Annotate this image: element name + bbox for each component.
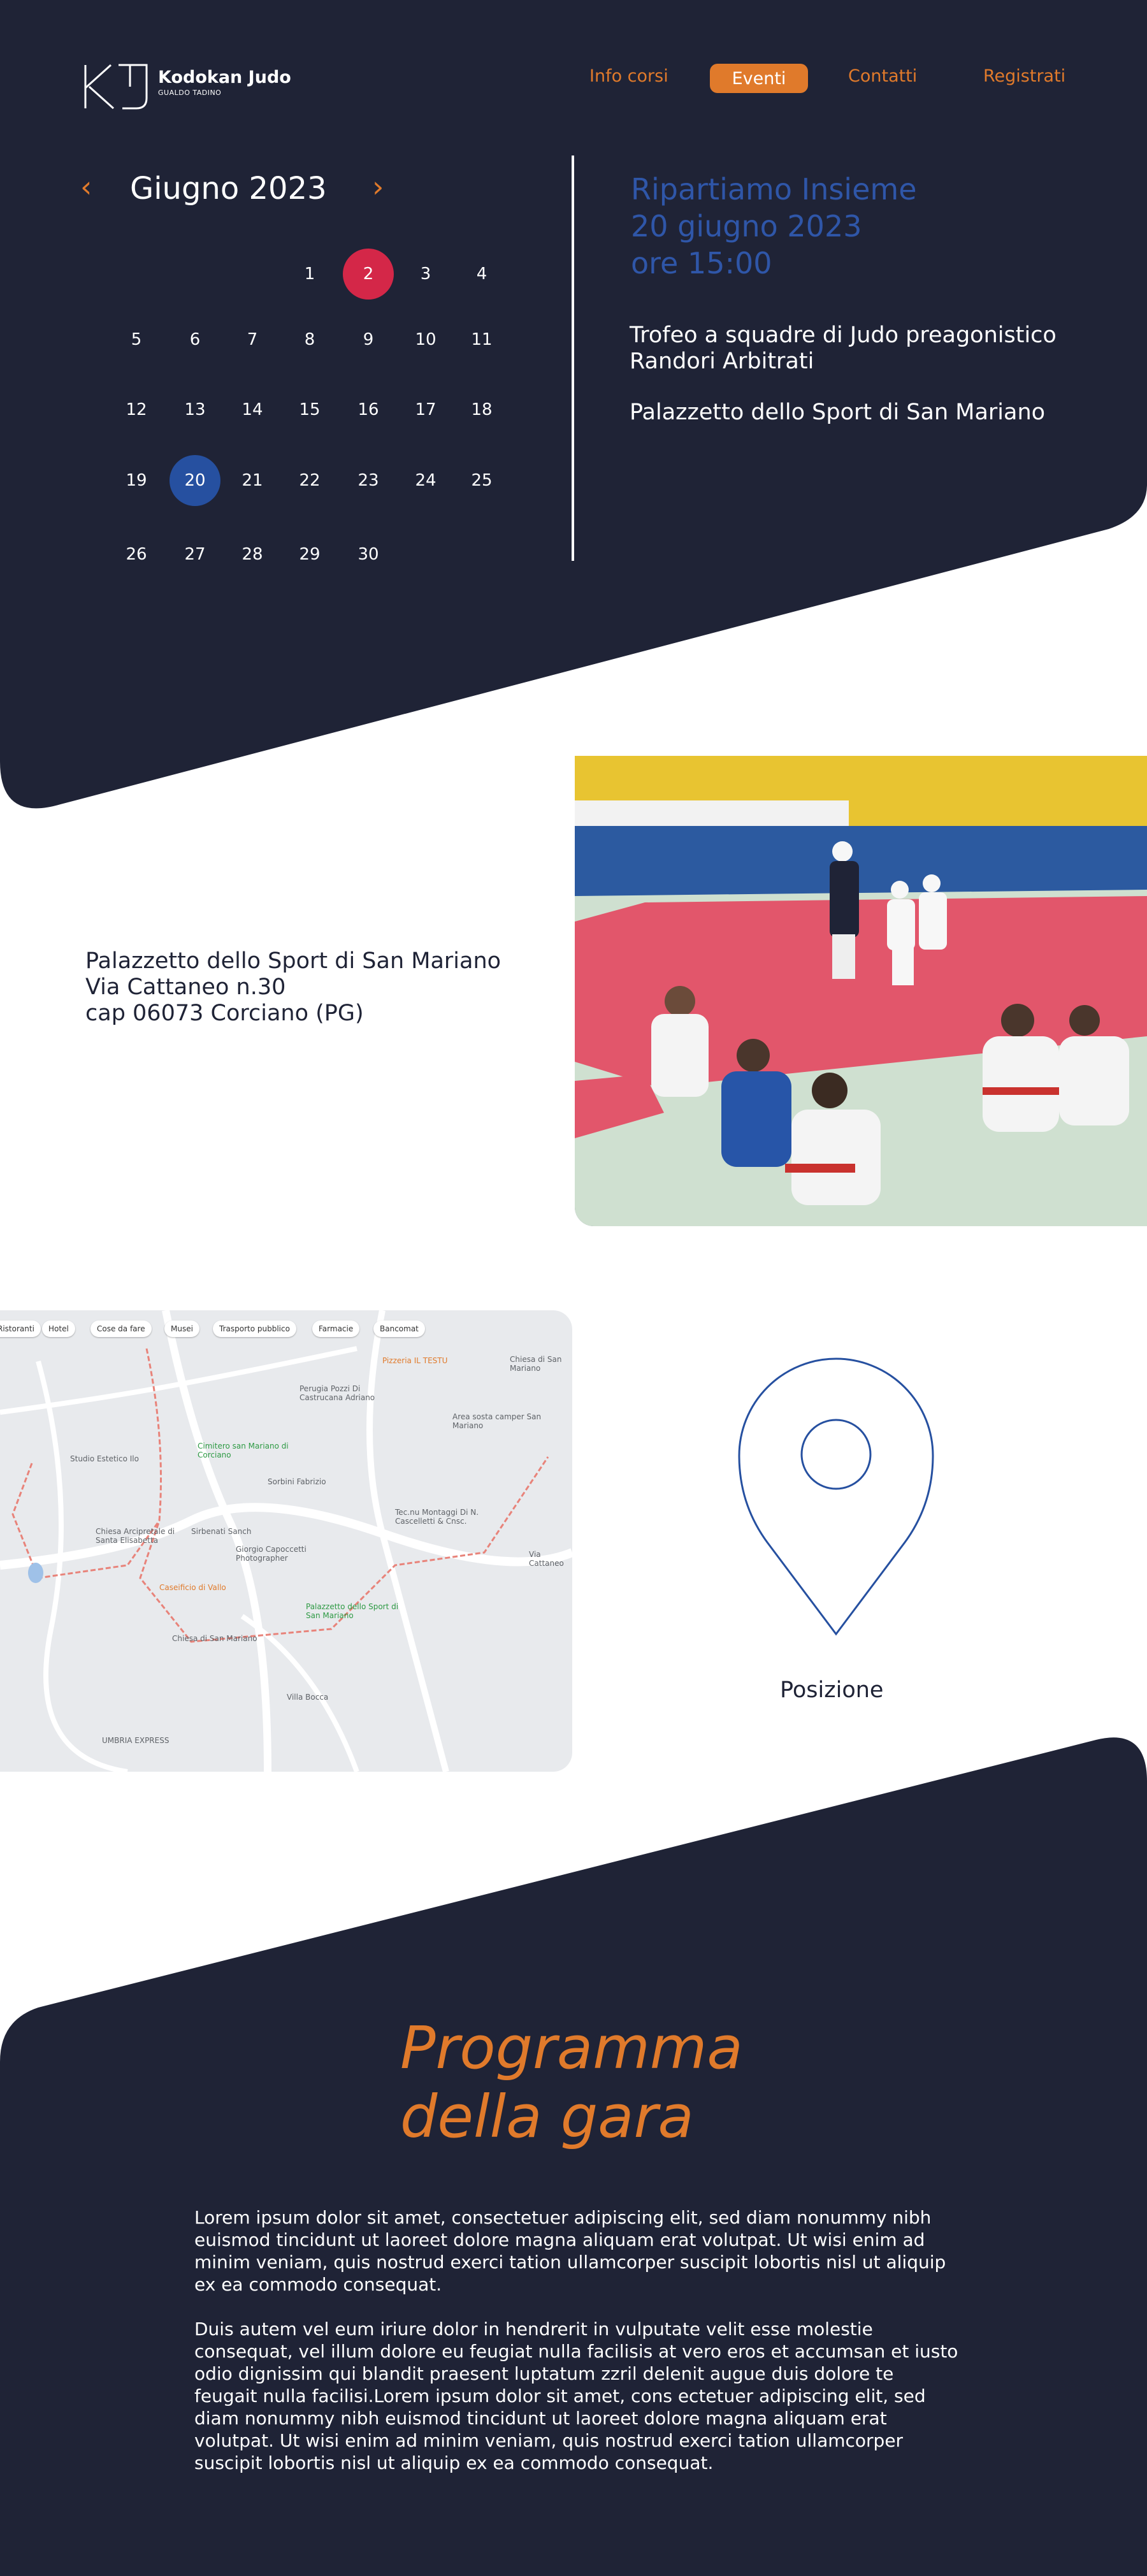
event-time: ore 15:00	[631, 246, 772, 280]
program-text: Lorem ipsum dolor sit amet, consectetuer…	[194, 2206, 959, 2496]
position-label: Posizione	[780, 1677, 884, 1703]
chevron-right-icon[interactable]: ›	[372, 172, 384, 201]
calendar-day[interactable]: 13	[170, 384, 220, 435]
map-label[interactable]: Studio Estetico Ilo	[70, 1454, 139, 1463]
nav-eventi[interactable]: Eventi	[710, 64, 808, 93]
calendar-day[interactable]: 8	[284, 314, 335, 365]
calendar-day[interactable]: 9	[343, 314, 394, 365]
map-label[interactable]: Chiesa di San Mariano	[510, 1355, 572, 1373]
venue-name: Palazzetto dello Sport di San Mariano	[85, 948, 501, 974]
program-paragraph-2: Duis autem vel eum iriure dolor in hendr…	[194, 2319, 958, 2473]
calendar-day[interactable]: 27	[170, 529, 220, 580]
calendar-day[interactable]: 28	[227, 529, 278, 580]
calendar-day[interactable]: 3	[400, 249, 451, 300]
calendar-day[interactable]: 29	[284, 529, 335, 580]
nav-info-corsi[interactable]: Info corsi	[589, 66, 668, 86]
event-description-line1: Trofeo a squadre di Judo preagonistico	[630, 322, 1057, 348]
map-label[interactable]: Sorbini Fabrizio	[268, 1477, 326, 1486]
calendar-day[interactable]: 5	[111, 314, 162, 365]
logo-subtitle: GUALDO TADINO	[158, 89, 222, 97]
logo-name: Kodokan Judo	[158, 68, 291, 87]
event-date: 20 giugno 2023	[631, 209, 862, 243]
calendar-day[interactable]: 18	[456, 384, 507, 435]
map-chip-farmacie[interactable]: Farmacie	[312, 1321, 360, 1337]
event-description-line2: Randori Arbitrati	[630, 349, 814, 374]
event-title: Ripartiamo Insieme	[631, 172, 917, 206]
map-chip-trasporto[interactable]: Trasporto pubblico	[213, 1321, 296, 1337]
calendar-day[interactable]: 2	[343, 249, 394, 300]
calendar-day[interactable]: 25	[456, 455, 507, 506]
calendar-day[interactable]: 6	[170, 314, 220, 365]
program-title: Programma della gara	[400, 2014, 743, 2152]
calendar-day[interactable]: 4	[456, 249, 507, 300]
nav-registrati[interactable]: Registrati	[983, 66, 1065, 86]
calendar-day[interactable]: 21	[227, 455, 278, 506]
location-pin-icon	[738, 1357, 934, 1636]
event-place: Palazzetto dello Sport di San Mariano	[630, 400, 1046, 425]
calendar-day[interactable]: 17	[400, 384, 451, 435]
calendar-day[interactable]: 14	[227, 384, 278, 435]
calendar-day[interactable]: 1	[284, 249, 335, 300]
map-label[interactable]: Caseificio di Vallo	[159, 1583, 226, 1592]
map-label[interactable]: UMBRIA EXPRESS	[102, 1736, 169, 1745]
venue-address: Palazzetto dello Sport di San Mariano Vi…	[85, 948, 501, 1027]
event-photo	[575, 756, 1147, 1226]
program-paragraph-1: Lorem ipsum dolor sit amet, consectetuer…	[194, 2207, 946, 2295]
map-label[interactable]: Palazzetto dello Sport di San Mariano	[306, 1602, 401, 1620]
map-label[interactable]: Villa Bocca	[287, 1693, 328, 1702]
divider	[572, 156, 574, 561]
calendar-day[interactable]: 16	[343, 384, 394, 435]
map-roads	[0, 1310, 572, 1772]
map-label[interactable]: Pizzeria IL TESTU	[382, 1356, 447, 1365]
map-chip-hotel[interactable]: Hotel	[42, 1321, 75, 1337]
calendar-day[interactable]: 12	[111, 384, 162, 435]
map-label[interactable]: Area sosta camper San Mariano	[452, 1412, 548, 1430]
map-chip-cose-da-fare[interactable]: Cose da fare	[90, 1321, 152, 1337]
calendar-day[interactable]: 30	[343, 529, 394, 580]
calendar-day[interactable]: 11	[456, 314, 507, 365]
venue-street: Via Cattaneo n.30	[85, 974, 286, 1000]
map-label[interactable]: Cimitero san Mariano di Corciano	[198, 1442, 293, 1459]
map-label[interactable]: Chiesa di San Mariano	[172, 1634, 257, 1643]
logo-icon[interactable]	[83, 61, 154, 112]
map-label[interactable]: Sirbenati Sanch	[191, 1527, 251, 1536]
map-chip-bancomat[interactable]: Bancomat	[373, 1321, 425, 1337]
program-title-line1: Programma	[400, 2014, 743, 2082]
map-chip-musei[interactable]: Musei	[164, 1321, 199, 1337]
calendar-day[interactable]: 26	[111, 529, 162, 580]
program-title-line2: della gara	[400, 2083, 694, 2151]
map-label[interactable]: Chiesa Arcipretale di Santa Elisabetta	[96, 1527, 191, 1545]
map-label[interactable]: Giorgio Capoccetti Photographer	[236, 1545, 331, 1563]
event-headline: Ripartiamo Insieme 20 giugno 2023 ore 15…	[631, 171, 917, 282]
map-label[interactable]: Tec.nu Montaggi Di N. Cascelletti & Cnsc…	[395, 1508, 491, 1526]
map-label[interactable]: Via Cattaneo	[529, 1550, 572, 1568]
nav-contatti[interactable]: Contatti	[848, 66, 917, 86]
map-widget[interactable]: Ristoranti Hotel Cose da fare Musei Tras…	[0, 1310, 572, 1772]
calendar-day[interactable]: 15	[284, 384, 335, 435]
calendar-month-title: Giugno 2023	[130, 171, 327, 206]
calendar-day[interactable]: 10	[400, 314, 451, 365]
event-description: Trofeo a squadre di Judo preagonistico R…	[630, 322, 1114, 375]
calendar-day[interactable]: 20	[170, 455, 220, 506]
calendar-day[interactable]: 23	[343, 455, 394, 506]
venue-city: cap 06073 Corciano (PG)	[85, 1001, 364, 1026]
chevron-left-icon[interactable]: ‹	[80, 172, 92, 201]
calendar-day[interactable]: 19	[111, 455, 162, 506]
map-chip-ristoranti[interactable]: Ristoranti	[0, 1321, 41, 1337]
calendar-day[interactable]: 7	[227, 314, 278, 365]
calendar-day[interactable]: 22	[284, 455, 335, 506]
calendar-day[interactable]: 24	[400, 455, 451, 506]
map-label[interactable]: Perugia Pozzi Di Castrucana Adriano	[299, 1384, 395, 1402]
